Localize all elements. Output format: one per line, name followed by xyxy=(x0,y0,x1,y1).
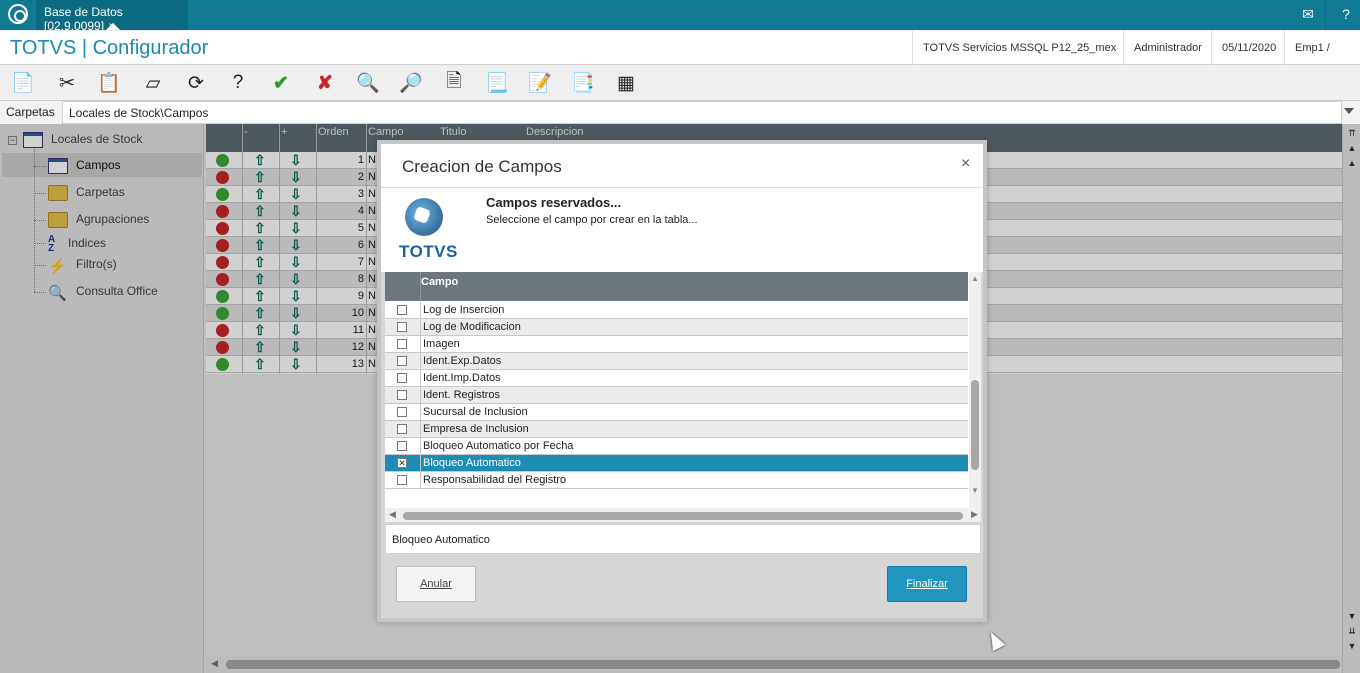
header: TOTVS | Configurador TOTVS Servicios MSS… xyxy=(0,31,1360,88)
checkbox[interactable] xyxy=(397,339,407,349)
checkbox[interactable] xyxy=(397,390,407,400)
list-item[interactable]: Ident.Imp.Datos xyxy=(385,370,968,387)
checkbox[interactable] xyxy=(397,322,407,332)
selected-field-detail: Bloqueo Automatico xyxy=(385,524,981,554)
refresh-icon[interactable]: ⟳ xyxy=(182,69,210,97)
list-item-label: Sucursal de Inclusion xyxy=(423,406,528,418)
list-item-label: Bloqueo Automatico por Fecha xyxy=(423,440,574,452)
folder-bar: Carpetas Locales de Stock\Campos xyxy=(0,101,1360,124)
search-icon[interactable]: 🔍 xyxy=(354,69,382,97)
export-icon[interactable]: 📑 xyxy=(569,69,597,97)
anular-button[interactable]: Anular xyxy=(396,566,476,602)
dialog-intro: TOTVS Campos reservados... Seleccione el… xyxy=(381,188,983,272)
list-item-label: Empresa de Inclusion xyxy=(423,423,529,435)
preview-icon[interactable]: 🗎 xyxy=(440,69,468,97)
list-item[interactable]: Ident.Exp.Datos xyxy=(385,353,968,370)
list-item[interactable]: Sucursal de Inclusion xyxy=(385,404,968,421)
list-header: Campo xyxy=(385,272,968,301)
tab-base-de-datos[interactable]: Base de Datos [02.9.0099] × xyxy=(36,0,188,33)
top-bar: Base de Datos [02.9.0099] × ✉ ? xyxy=(0,0,1360,33)
creacion-de-campos-dialog: Creacion de Campos × TOTVS Campos reserv… xyxy=(377,140,987,622)
checkbox[interactable] xyxy=(397,441,407,451)
scroll-left-icon[interactable]: ◀ xyxy=(389,509,396,520)
list-item[interactable]: Ident. Registros xyxy=(385,387,968,404)
finalizar-button[interactable]: Finalizar xyxy=(887,566,967,602)
chevron-down-icon[interactable] xyxy=(1344,108,1354,114)
branch-info: Emp1 / Suc1 xyxy=(1284,31,1360,88)
list-item-label: Responsabilidad del Registro xyxy=(423,474,567,486)
scroll-up-icon[interactable]: ▲ xyxy=(971,274,979,283)
list-hscroll-thumb[interactable] xyxy=(403,512,963,520)
checkbox[interactable] xyxy=(397,356,407,366)
list-vertical-scrollbar[interactable]: ▲ ▼ xyxy=(969,272,981,508)
list-item-label: Imagen xyxy=(423,338,460,350)
col-campo[interactable]: Campo xyxy=(421,276,458,288)
brand-name: TOTVS xyxy=(399,242,458,261)
list-item-label: Log de Insercion xyxy=(423,304,505,316)
mail-icon[interactable]: ✉ xyxy=(1290,0,1326,30)
dialog-heading: Campos reservados... xyxy=(486,195,622,210)
list-item-label: Log de Modificacion xyxy=(423,321,521,333)
checkbox[interactable] xyxy=(397,407,407,417)
checkbox[interactable] xyxy=(397,305,407,315)
list-item[interactable]: Log de Insercion xyxy=(385,302,968,319)
totvs-logo: TOTVS xyxy=(397,198,457,262)
paste-icon[interactable]: 📋 xyxy=(95,69,123,97)
app-title: TOTVS | Configurador xyxy=(10,37,209,59)
scroll-right-icon[interactable]: ▶ xyxy=(971,509,978,520)
list-item-label: Bloqueo Automatico xyxy=(423,457,521,469)
list-item[interactable]: Responsabilidad del Registro xyxy=(385,472,968,489)
server-info: TOTVS Servicios MSSQL P12_25_mex xyxy=(912,31,1126,65)
cancel-icon[interactable]: ✘ xyxy=(311,69,339,97)
help-icon[interactable]: ? xyxy=(1328,0,1360,30)
dialog-title: Creacion de Campos xyxy=(381,144,983,188)
list-item-label: Ident.Exp.Datos xyxy=(423,355,502,367)
cut-icon[interactable]: ✂ xyxy=(53,69,81,97)
table-icon[interactable]: ▦ xyxy=(612,69,640,97)
totvs-logo-icon xyxy=(405,198,443,236)
confirm-icon[interactable]: ✔ xyxy=(267,69,295,97)
list-item-label: Ident. Registros xyxy=(423,389,501,401)
app-logo-icon[interactable] xyxy=(8,4,28,24)
checkbox[interactable]: ✕ xyxy=(397,458,407,468)
list-item[interactable]: Empresa de Inclusion xyxy=(385,421,968,438)
question-icon[interactable]: ? xyxy=(224,69,252,97)
list-horizontal-scrollbar[interactable]: ◀ ▶ xyxy=(385,508,981,522)
edit-icon[interactable]: 📝 xyxy=(526,69,554,97)
tab-indicator xyxy=(106,23,120,30)
close-icon[interactable]: × xyxy=(961,155,970,173)
eraser-icon[interactable]: ▱ xyxy=(139,69,167,97)
search-next-icon[interactable]: 🔎 xyxy=(397,69,425,97)
checkbox[interactable] xyxy=(397,475,407,485)
user-info: Administrador xyxy=(1123,31,1212,65)
scroll-down-icon[interactable]: ▼ xyxy=(971,486,979,495)
list-item[interactable]: ✕ Bloqueo Automatico xyxy=(385,455,968,472)
copy-icon[interactable]: 📄 xyxy=(9,69,37,97)
anular-label: Anular xyxy=(420,578,452,590)
date-info: 05/11/2020 xyxy=(1211,31,1286,65)
finalizar-label: Finalizar xyxy=(906,578,948,590)
reserved-fields-list: Campo Log de Insercion Log de Modificacio… xyxy=(385,272,981,522)
add-icon[interactable]: 📃 xyxy=(483,69,511,97)
folder-label: Carpetas xyxy=(6,105,55,119)
checkbox[interactable] xyxy=(397,424,407,434)
list-item[interactable]: Imagen xyxy=(385,336,968,353)
dialog-subtitle: Seleccione el campo por crear en la tabl… xyxy=(486,214,698,226)
folder-path-select[interactable]: Locales de Stock\Campos xyxy=(62,101,1342,124)
list-item-label: Ident.Imp.Datos xyxy=(423,372,501,384)
list-scroll-thumb[interactable] xyxy=(971,380,979,470)
list-item[interactable]: Log de Modificacion xyxy=(385,319,968,336)
toolbar: 📄 ✂ 📋 ▱ ⟳ ? ✔ ✘ 🔍 🔎 🗎 📃 📝 📑 ▦ xyxy=(0,65,1360,101)
checkbox[interactable] xyxy=(397,373,407,383)
list-item[interactable]: Bloqueo Automatico por Fecha xyxy=(385,438,968,455)
